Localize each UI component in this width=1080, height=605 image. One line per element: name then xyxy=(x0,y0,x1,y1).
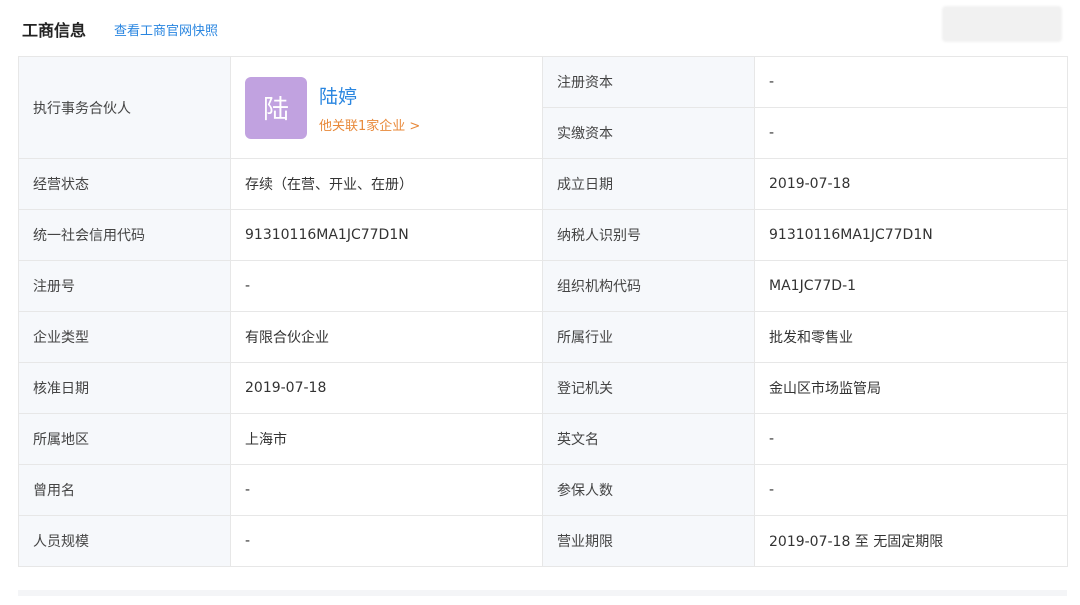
section-title: 工商信息 xyxy=(22,21,87,40)
field-value: 2019-07-18 xyxy=(230,362,543,414)
field-value: 2019-07-18 至 无固定期限 xyxy=(754,515,1068,567)
field-label: 曾用名 xyxy=(18,464,231,516)
field-label: 统一社会信用代码 xyxy=(18,209,231,261)
field-label: 所属地区 xyxy=(18,413,231,465)
table-row: 经营状态 存续（在营、开业、在册） 成立日期 2019-07-18 xyxy=(18,158,1068,210)
field-label: 英文名 xyxy=(542,413,755,465)
field-value: MA1JC77D-1 xyxy=(754,260,1068,312)
business-info-table: 执行事务合伙人 陆 陆婷 他关联1家企业 > 注册资本 - 实缴资本 - 经营状… xyxy=(18,56,1068,567)
field-label: 纳税人识别号 xyxy=(542,209,755,261)
field-value: - xyxy=(230,260,543,312)
table-row: 注册号 - 组织机构代码 MA1JC77D-1 xyxy=(18,260,1068,312)
field-value: 有限合伙企业 xyxy=(230,311,543,363)
official-snapshot-link[interactable]: 查看工商官网快照 xyxy=(114,20,218,39)
field-value: 2019-07-18 xyxy=(754,158,1068,210)
field-value: 91310116MA1JC77D1N xyxy=(230,209,543,261)
table-row: 人员规模 - 营业期限 2019-07-18 至 无固定期限 xyxy=(18,515,1068,567)
field-label: 参保人数 xyxy=(542,464,755,516)
field-value: - xyxy=(754,464,1068,516)
field-label: 经营状态 xyxy=(18,158,231,210)
section-header: 工商信息 查看工商官网快照 xyxy=(22,14,218,44)
registered-capital-value: - xyxy=(754,56,1068,108)
table-row: 核准日期 2019-07-18 登记机关 金山区市场监管局 xyxy=(18,362,1068,414)
blurred-widget xyxy=(942,6,1062,42)
table-row: 执行事务合伙人 陆 陆婷 他关联1家企业 > 注册资本 - xyxy=(18,56,1068,159)
field-label: 核准日期 xyxy=(18,362,231,414)
field-value: 批发和零售业 xyxy=(754,311,1068,363)
table-row: 曾用名 - 参保人数 - xyxy=(18,464,1068,516)
field-label: 所属行业 xyxy=(542,311,755,363)
table-row: 统一社会信用代码 91310116MA1JC77D1N 纳税人识别号 91310… xyxy=(18,209,1068,261)
field-label: 营业期限 xyxy=(542,515,755,567)
field-value: 上海市 xyxy=(230,413,543,465)
table-row: 所属地区 上海市 英文名 - xyxy=(18,413,1068,465)
field-value: - xyxy=(230,515,543,567)
table-bottom-edge xyxy=(18,590,1067,596)
field-value: - xyxy=(230,464,543,516)
field-value: 金山区市场监管局 xyxy=(754,362,1068,414)
field-label: 人员规模 xyxy=(18,515,231,567)
field-label: 注册号 xyxy=(18,260,231,312)
paid-capital-label: 实缴资本 xyxy=(542,107,755,159)
partner-label: 执行事务合伙人 xyxy=(18,56,231,159)
partner-info: 陆 陆婷 他关联1家企业 > xyxy=(245,76,528,139)
partner-cell: 陆 陆婷 他关联1家企业 > xyxy=(230,56,543,159)
field-label: 登记机关 xyxy=(542,362,755,414)
paid-capital-value: - xyxy=(754,107,1068,159)
partner-name-link[interactable]: 陆婷 xyxy=(319,82,420,109)
field-value: 存续（在营、开业、在册） xyxy=(230,158,543,210)
avatar[interactable]: 陆 xyxy=(245,76,307,139)
field-label: 组织机构代码 xyxy=(542,260,755,312)
field-value: 91310116MA1JC77D1N xyxy=(754,209,1068,261)
field-value: - xyxy=(754,413,1068,465)
field-label: 企业类型 xyxy=(18,311,231,363)
field-label: 成立日期 xyxy=(542,158,755,210)
related-companies-link[interactable]: 他关联1家企业 > xyxy=(319,115,420,134)
table-row: 企业类型 有限合伙企业 所属行业 批发和零售业 xyxy=(18,311,1068,363)
registered-capital-label: 注册资本 xyxy=(542,56,755,108)
